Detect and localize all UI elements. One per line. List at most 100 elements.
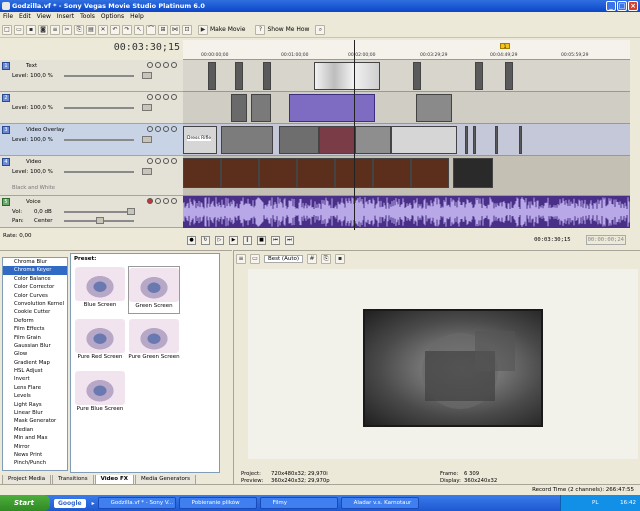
track-header-text[interactable]: 1 Text Level: 100,0 % (0, 60, 183, 92)
fx-item[interactable]: Levels (3, 392, 67, 400)
fx-list[interactable]: Chroma Blur Chroma Keyer Color Balance C… (2, 257, 68, 471)
fx-item[interactable]: Film Grain (3, 334, 67, 342)
clip[interactable] (416, 94, 452, 122)
go-to-start-icon[interactable]: ⏮ (271, 235, 280, 245)
preset-blue-screen[interactable]: Blue Screen (74, 266, 126, 314)
cut-icon[interactable]: ✂ (62, 24, 72, 35)
preset-green-screen[interactable]: Green Screen (128, 266, 180, 314)
level-slider[interactable] (64, 107, 134, 109)
timeline-ruler[interactable]: 00:00:00;00 00:01:00;00 00:02:00;00 00:0… (183, 40, 630, 60)
clip[interactable] (505, 62, 513, 90)
task-filmy[interactable]: Filmy (259, 497, 338, 509)
overlays-icon[interactable]: # (307, 254, 317, 264)
edit-tool-icon[interactable]: ↖ (134, 24, 144, 35)
track-header-2[interactable]: 2 Level: 100,0 % (0, 92, 183, 124)
menu-file[interactable]: File (3, 12, 13, 22)
paste-icon[interactable]: ▤ (86, 24, 96, 35)
fx-item[interactable]: Deform (3, 317, 67, 325)
track-name[interactable]: Video Overlay (26, 127, 65, 133)
fx-item[interactable]: Color Corrector (3, 283, 67, 291)
audio-waveform[interactable] (182, 196, 630, 228)
save-snapshot-icon[interactable]: ▪ (335, 254, 345, 264)
solo-icon[interactable] (171, 126, 177, 132)
clip[interactable] (355, 126, 391, 154)
volume-slider[interactable] (64, 211, 134, 213)
motion-icon[interactable] (147, 62, 153, 68)
fx-item[interactable]: Gaussian Blur (3, 342, 67, 350)
fx-item[interactable]: Color Curves (3, 292, 67, 300)
menu-insert[interactable]: Insert (57, 12, 74, 22)
clip[interactable] (465, 126, 468, 154)
redo-icon[interactable]: ↷ (122, 24, 132, 35)
track-header-video-overlay[interactable]: 3 Video Overlay Level: 100,0 % (0, 124, 183, 156)
clip[interactable] (279, 126, 319, 154)
solo-icon[interactable] (171, 158, 177, 164)
volume-knob[interactable] (127, 208, 135, 215)
mute-icon[interactable] (163, 94, 169, 100)
properties-icon[interactable]: ≡ (50, 24, 60, 35)
fx-icon[interactable] (155, 94, 161, 100)
fx-item[interactable]: Lens Flare (3, 384, 67, 392)
fx-item[interactable]: Chroma Blur (3, 258, 67, 266)
fx-item[interactable]: HSL Adjust (3, 367, 67, 375)
fx-icon[interactable] (155, 198, 161, 204)
fx-item[interactable]: Gradient Map (3, 359, 67, 367)
render-icon[interactable]: ◙ (38, 24, 48, 35)
snap-icon[interactable]: ⊞ (158, 24, 168, 35)
open-icon[interactable]: ▭ (14, 24, 24, 35)
stop-icon[interactable]: ■ (257, 235, 266, 245)
fx-item[interactable]: Convolution Kernel (3, 300, 67, 308)
envelope-tool-icon[interactable]: ⌒ (146, 24, 156, 35)
track-name[interactable]: Voice (26, 199, 41, 205)
clip[interactable] (263, 62, 271, 90)
clip[interactable] (413, 62, 421, 90)
solo-icon[interactable] (171, 198, 177, 204)
clip[interactable] (221, 158, 259, 188)
clip[interactable] (373, 158, 411, 188)
task-pobieranie[interactable]: Pobieranie plików (178, 497, 257, 509)
help-pointer-icon[interactable]: ⌕ (315, 24, 326, 35)
undo-icon[interactable]: ↶ (110, 24, 120, 35)
copy-icon[interactable]: ⎘ (74, 24, 84, 35)
fx-icon[interactable] (155, 62, 161, 68)
mute-icon[interactable] (163, 158, 169, 164)
fx-item[interactable]: Color Balance (3, 275, 67, 283)
menu-options[interactable]: Options (101, 12, 124, 22)
clip[interactable] (221, 126, 273, 154)
level-slider-knob[interactable] (142, 72, 152, 79)
fx-item[interactable]: Light Rays (3, 401, 67, 409)
menu-help[interactable]: Help (130, 12, 144, 22)
fx-item[interactable]: Linear Blur (3, 409, 67, 417)
fx-item[interactable]: Film Effects (3, 325, 67, 333)
clip[interactable] (519, 126, 522, 154)
solo-icon[interactable] (171, 94, 177, 100)
fx-item[interactable]: News Print (3, 451, 67, 459)
fx-item[interactable]: Mask Generator (3, 417, 67, 425)
preset-pure-blue-screen[interactable]: Pure Blue Screen (74, 370, 126, 418)
clip[interactable] (251, 94, 271, 122)
record-icon[interactable]: ● (187, 235, 196, 245)
fx-item[interactable]: Median (3, 426, 67, 434)
menu-tools[interactable]: Tools (80, 12, 95, 22)
quick-launch-icon[interactable]: ▸ (92, 500, 95, 507)
loop-icon[interactable]: ↻ (201, 235, 210, 245)
track-name[interactable]: Text (26, 63, 37, 69)
fx-item-selected[interactable]: Chroma Keyer (3, 266, 67, 275)
new-icon[interactable]: □ (2, 24, 12, 35)
clip[interactable] (314, 62, 380, 90)
fx-icon[interactable] (155, 126, 161, 132)
level-slider-knob[interactable] (142, 136, 152, 143)
google-toolbar[interactable]: Google (54, 498, 86, 508)
playhead-cursor[interactable] (354, 40, 355, 230)
clip[interactable] (411, 158, 449, 188)
fx-item[interactable]: Min and Max (3, 434, 67, 442)
timeline-area[interactable]: Dress Rifle (182, 60, 630, 228)
pause-icon[interactable]: ∥ (243, 235, 252, 245)
clip[interactable] (495, 126, 498, 154)
level-slider[interactable] (64, 75, 134, 77)
start-button[interactable]: Start (0, 495, 50, 511)
clip[interactable] (235, 62, 243, 90)
play-from-start-icon[interactable]: ▷ (215, 235, 224, 245)
delete-icon[interactable]: ✕ (98, 24, 108, 35)
clip[interactable] (319, 126, 355, 154)
